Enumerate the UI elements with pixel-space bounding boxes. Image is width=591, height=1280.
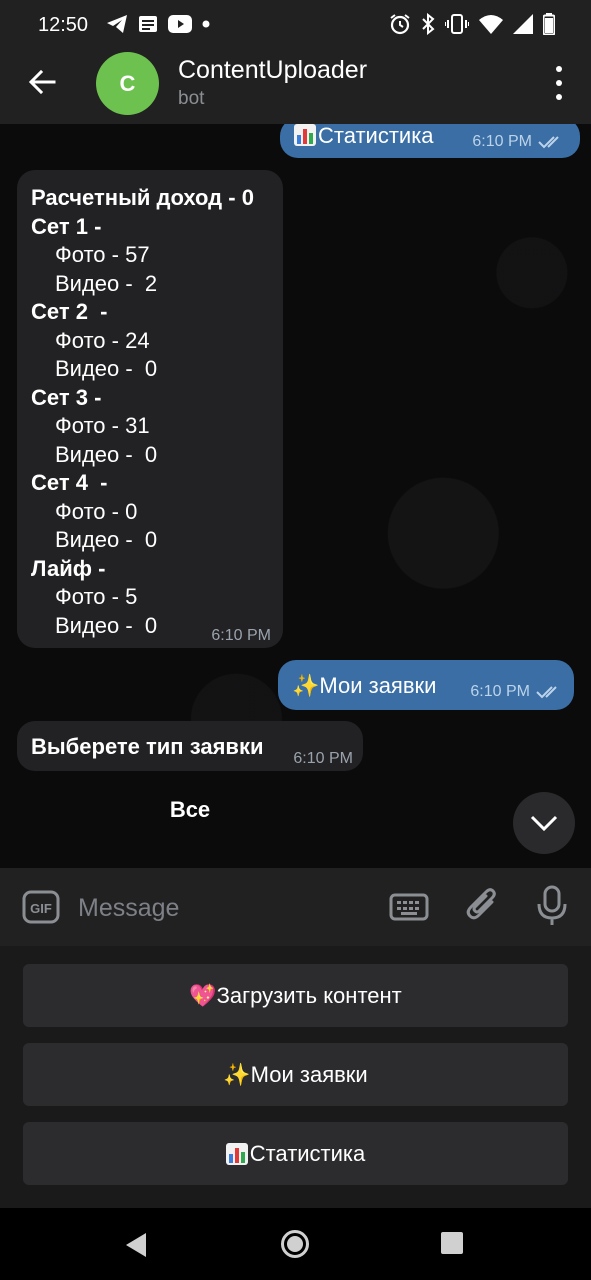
nav-back-icon[interactable] — [124, 1232, 148, 1258]
chat-header: C ContentUploader bot — [0, 50, 591, 124]
alarm-icon — [390, 14, 410, 35]
dot-icon — [202, 20, 210, 28]
bar-chart-icon — [294, 124, 316, 146]
youtube-icon — [168, 15, 192, 33]
keyboard-button-requests[interactable]: ✨Мои заявки — [23, 1043, 568, 1106]
microphone-icon[interactable] — [534, 884, 570, 928]
svg-text:GIF: GIF — [30, 901, 52, 916]
double-check-icon — [536, 686, 557, 699]
dot-icon — [556, 94, 562, 100]
chevron-down-icon — [530, 815, 558, 831]
message-time: 6:10 PM — [472, 128, 564, 157]
stats-group-heading: Сет 1 - — [31, 213, 102, 239]
stats-value-line: Видео - 0 — [55, 527, 158, 552]
stats-group-heading: Сет 4 - — [31, 470, 108, 495]
message-label: Статистика — [318, 124, 434, 148]
nav-home-button[interactable] — [281, 1230, 309, 1258]
stats-group-heading: Сет 3 - — [31, 384, 102, 410]
news-icon — [139, 16, 157, 32]
scroll-down-button[interactable] — [513, 792, 575, 854]
message-time-text: 6:10 PM — [470, 683, 530, 700]
status-time: 12:50 — [38, 14, 89, 36]
chat-subtitle: bot — [178, 88, 205, 109]
back-button[interactable] — [24, 64, 60, 100]
message-input[interactable] — [76, 888, 380, 928]
stats-value-line: Видео - 0 — [55, 356, 158, 381]
double-check-icon — [538, 136, 559, 149]
keyboard-button-stats[interactable]: Статистика — [23, 1122, 568, 1185]
inline-button-all[interactable]: Все — [17, 784, 363, 836]
bot-keyboard: 💖Загрузить контент ✨Мои заявки Статистик… — [0, 946, 591, 1208]
message-incoming[interactable]: Выберете тип заявки 6:10 PM — [17, 721, 363, 771]
message-time: 6:10 PM — [470, 678, 562, 707]
message-text: ✨Мои заявки — [292, 673, 437, 698]
more-options-button[interactable] — [549, 66, 569, 100]
battery-icon — [543, 13, 555, 35]
message-incoming-stats[interactable]: Расчетный доход - 0 Сет 1 - Фото - 57 Видео… — [17, 170, 283, 648]
vibrate-icon — [445, 14, 469, 34]
stats-group-heading: Расчетный доход - 0 — [31, 185, 254, 210]
chat-title[interactable]: ContentUploader — [178, 56, 367, 85]
message-time-text: 6:10 PM — [472, 133, 532, 150]
stats-value-line: Фото - 0 — [55, 498, 138, 524]
message-input-bar: GIF — [0, 868, 591, 946]
nav-recents-icon[interactable] — [441, 1232, 463, 1254]
message-outgoing[interactable]: Статистика 6:10 PM — [280, 124, 580, 158]
message-time: 6:10 PM — [211, 627, 271, 644]
keyboard-icon[interactable] — [388, 890, 430, 924]
status-bar: 12:50 — [0, 0, 591, 50]
home-icon — [287, 1236, 303, 1252]
gif-icon[interactable]: GIF — [22, 890, 60, 924]
bar-chart-icon — [225, 1142, 248, 1165]
stats-value-line: Фото - 31 — [55, 413, 150, 438]
message-time: 6:10 PM — [293, 750, 353, 767]
stats-group-heading: Сет 2 - — [31, 299, 108, 324]
wifi-icon — [479, 15, 503, 34]
signal-icon — [513, 14, 533, 34]
dot-icon — [556, 66, 562, 72]
dot-icon — [556, 80, 562, 86]
keyboard-button-upload[interactable]: 💖Загрузить контент — [23, 964, 568, 1027]
stats-value-line: Фото - 24 — [55, 327, 150, 353]
message-text: Статистика — [294, 124, 434, 151]
keyboard-button-label: Статистика — [249, 1140, 366, 1166]
stats-value-line: Фото - 5 — [55, 584, 138, 609]
stats-content: Расчетный доход - 0 Сет 1 - Фото - 57 Видео… — [31, 184, 254, 640]
stats-value-line: Видео - 0 — [55, 441, 158, 467]
system-nav-bar — [0, 1208, 591, 1280]
message-outgoing[interactable]: ✨Мои заявки 6:10 PM — [278, 660, 574, 710]
avatar[interactable]: C — [96, 52, 159, 115]
chat-messages-area[interactable]: Статистика 6:10 PM Расчетный доход - 0 Се… — [0, 124, 591, 868]
stats-value-line: Видео - 2 — [55, 270, 158, 296]
stats-group-heading: Лайф - — [31, 555, 106, 581]
paperclip-icon[interactable] — [464, 886, 502, 926]
status-right-icons — [389, 13, 555, 35]
bluetooth-icon — [422, 13, 435, 35]
telegram-icon — [107, 15, 127, 33]
stats-value-line: Фото - 57 — [55, 242, 150, 267]
message-text: Выберете тип заявки — [31, 734, 264, 759]
status-left-icons — [106, 14, 210, 34]
arrow-left-icon — [28, 69, 56, 95]
